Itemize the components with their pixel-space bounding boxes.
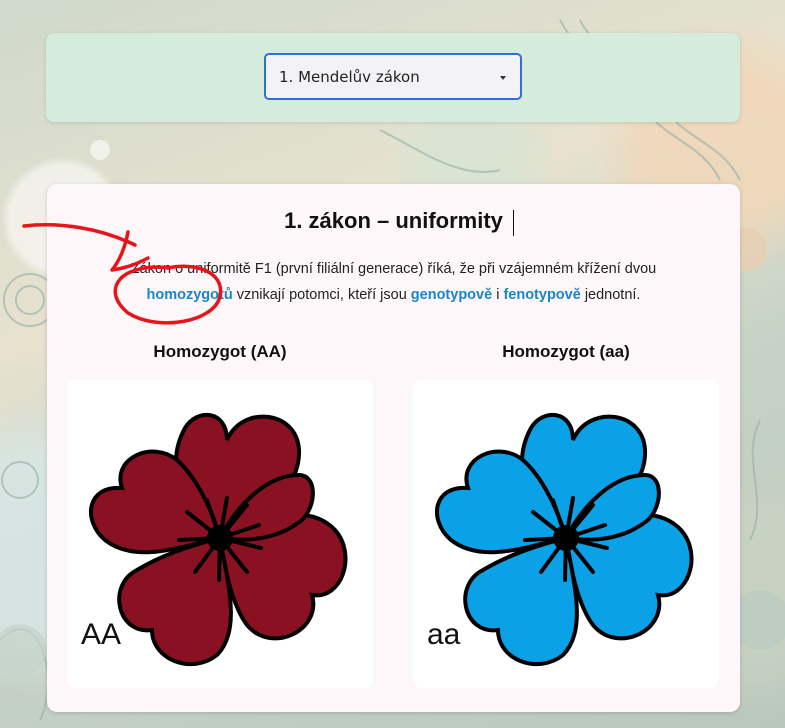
selector-card: 1. Mendelův zákon <box>46 33 740 122</box>
flower-icon <box>89 412 348 666</box>
description-text: Zákon o uniformitě F1 (první filiální ge… <box>130 261 657 277</box>
section-title: 1. zákon – uniformity <box>284 208 503 233</box>
description-text: i <box>492 287 504 303</box>
term-fenotypove-link[interactable]: fenotypově <box>503 287 580 303</box>
genotype-label: aa <box>427 618 461 651</box>
description-text: jednotní. <box>580 287 641 303</box>
law-select-value: 1. Mendelův zákon <box>279 68 420 86</box>
column-title-dominant: Homozygot (AA) <box>153 342 287 361</box>
genotype-label: AA <box>81 618 122 651</box>
law-select-dropdown[interactable]: 1. Mendelův zákon <box>264 53 522 100</box>
term-homozygotu-link[interactable]: homozygotů <box>147 287 233 303</box>
flower-image-recessive: aa <box>413 380 719 688</box>
law-description: Zákon o uniformitě F1 (první filiální ge… <box>87 256 700 308</box>
text-cursor <box>513 210 514 236</box>
flower-icon <box>435 412 694 666</box>
description-text: vznikají potomci, kteří jsou <box>232 287 411 303</box>
column-title-recessive: Homozygot (aa) <box>502 342 630 361</box>
term-genotypove-link[interactable]: genotypově <box>411 287 492 303</box>
chevron-down-icon <box>500 76 506 80</box>
flower-image-dominant: AA <box>67 380 373 688</box>
law-content-card: 1. zákon – uniformity Zákon o uniformitě… <box>47 184 740 712</box>
